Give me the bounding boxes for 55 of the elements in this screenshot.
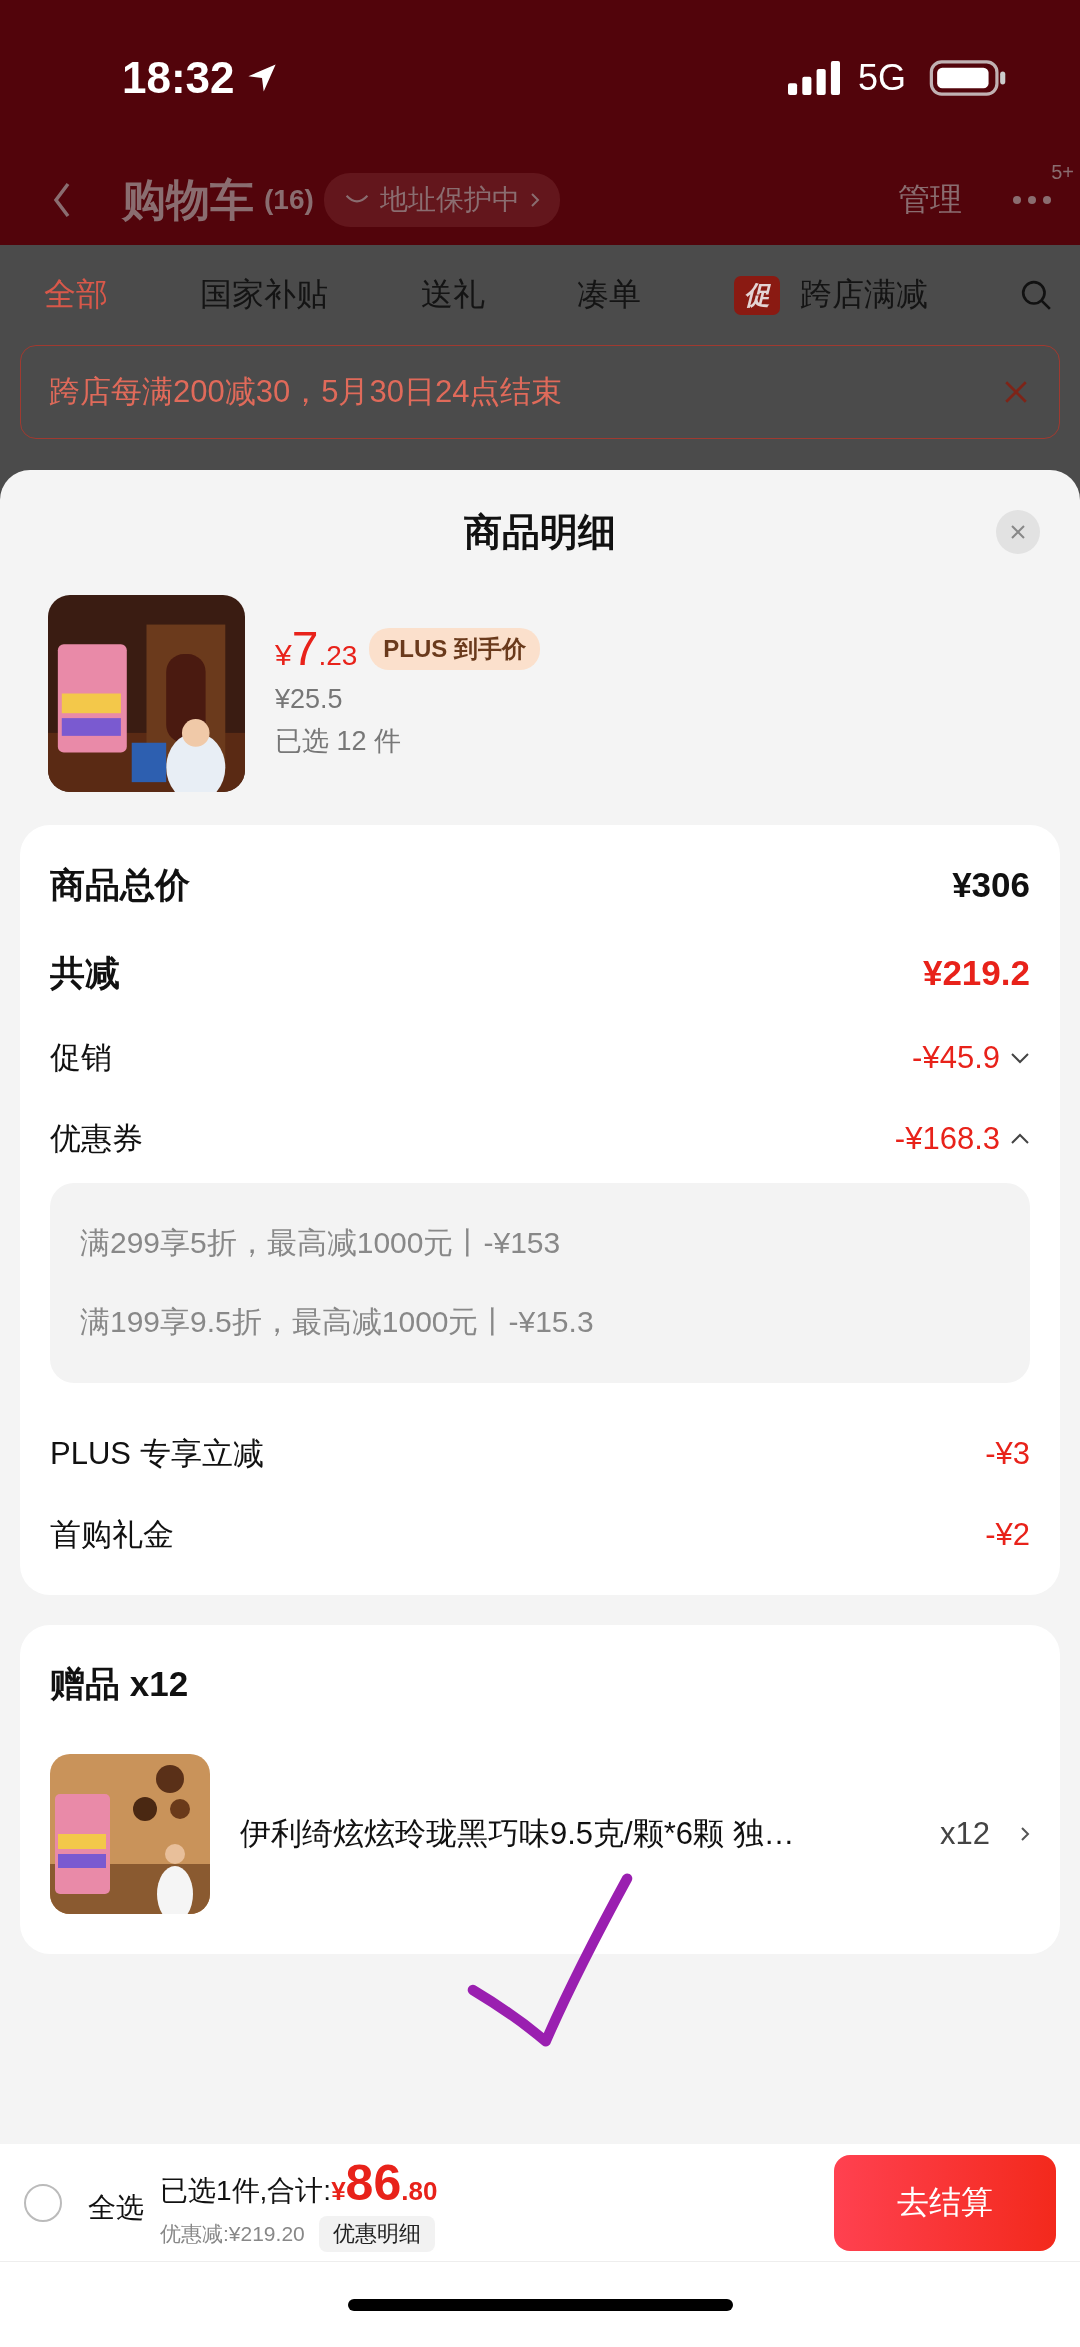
plus-price-tag: PLUS 到手价 (369, 627, 540, 670)
signal-icon (787, 60, 840, 95)
chevron-up-icon[interactable] (1010, 1132, 1030, 1145)
summary-label: 优惠券 (50, 1119, 144, 1158)
close-button[interactable] (996, 510, 1040, 554)
select-all-label: 全选 (88, 2190, 144, 2225)
clock-time: 18:32 (122, 52, 235, 103)
gift-item[interactable]: 伊利绮炫炫玲珑黑巧味9.5克/颗*6颗 独… x12 (50, 1754, 1030, 1914)
filter-tab[interactable]: 送礼 (420, 273, 485, 317)
tab-label: 跨店满减 (799, 275, 928, 314)
gift-title: 赠品 x12 (50, 1663, 190, 1705)
cart-count: (16) (264, 184, 314, 216)
notification-count: 5+ (1051, 161, 1074, 184)
gift-name: 伊利绮炫炫玲珑黑巧味9.5克/颗*6颗 独… (240, 1815, 796, 1853)
summary-value: -¥45.9 (912, 1039, 1000, 1076)
battery-icon (928, 59, 1008, 96)
total-price: ¥86.80 (331, 2153, 438, 2212)
promo-text: 跨店每满200减30，5月30日24点结束 (49, 373, 563, 411)
chevron-right-icon (529, 192, 540, 208)
address-protection-label: 地址保护中 (379, 183, 520, 217)
select-all-checkbox[interactable] (24, 2183, 62, 2222)
summary-value: -¥2 (985, 1516, 1030, 1553)
summary-label: 共减 (50, 951, 120, 994)
summary-value: ¥306 (952, 865, 1030, 905)
network-label: 5G (857, 56, 906, 99)
gift-quantity: x12 (940, 1816, 990, 1852)
filter-tab[interactable]: 全部 (44, 273, 108, 317)
more-icon[interactable] (1012, 195, 1052, 205)
back-icon[interactable] (52, 180, 72, 220)
sheet-title: 商品明细 (464, 510, 616, 555)
current-price: ¥7.23 (275, 621, 358, 676)
chevron-down-icon[interactable] (1010, 1051, 1030, 1064)
summary-value: ¥219.2 (922, 953, 1030, 993)
summary-label: 首购礼金 (50, 1515, 175, 1554)
summary-value: -¥3 (985, 1435, 1030, 1472)
original-price: ¥25.5 (275, 684, 344, 715)
coupon-detail: 满299享5折，最高减1000元丨-¥153 (80, 1225, 562, 1261)
manage-button[interactable]: 管理 (898, 178, 962, 222)
search-icon[interactable] (1019, 279, 1052, 311)
page-title: 购物车 (122, 173, 254, 226)
summary-value: -¥168.3 (894, 1120, 1000, 1157)
chevron-right-icon (1020, 1825, 1030, 1843)
selected-count: 已选 12 件 (275, 725, 403, 758)
discount-detail-button[interactable]: 优惠明细 (318, 2215, 435, 2252)
summary-label: 商品总价 (50, 863, 190, 906)
discount-amount: 优惠减:¥219.20 (160, 2220, 305, 2247)
address-protection-pill[interactable]: 地址保护中 (323, 173, 560, 227)
coupon-detail: 满199享9.5折，最高减1000元丨-¥15.3 (80, 1304, 595, 1340)
selected-summary: 已选1件,合计: (160, 2173, 332, 2208)
filter-tab[interactable]: 凑单 (577, 273, 642, 317)
promo-tag: 促 (733, 275, 780, 315)
checkout-button[interactable]: 去结算 (834, 2154, 1056, 2251)
filter-tab[interactable]: 促 跨店满减 (733, 273, 928, 317)
summary-label: PLUS 专享立减 (50, 1434, 265, 1473)
summary-label: 促销 (50, 1038, 113, 1077)
